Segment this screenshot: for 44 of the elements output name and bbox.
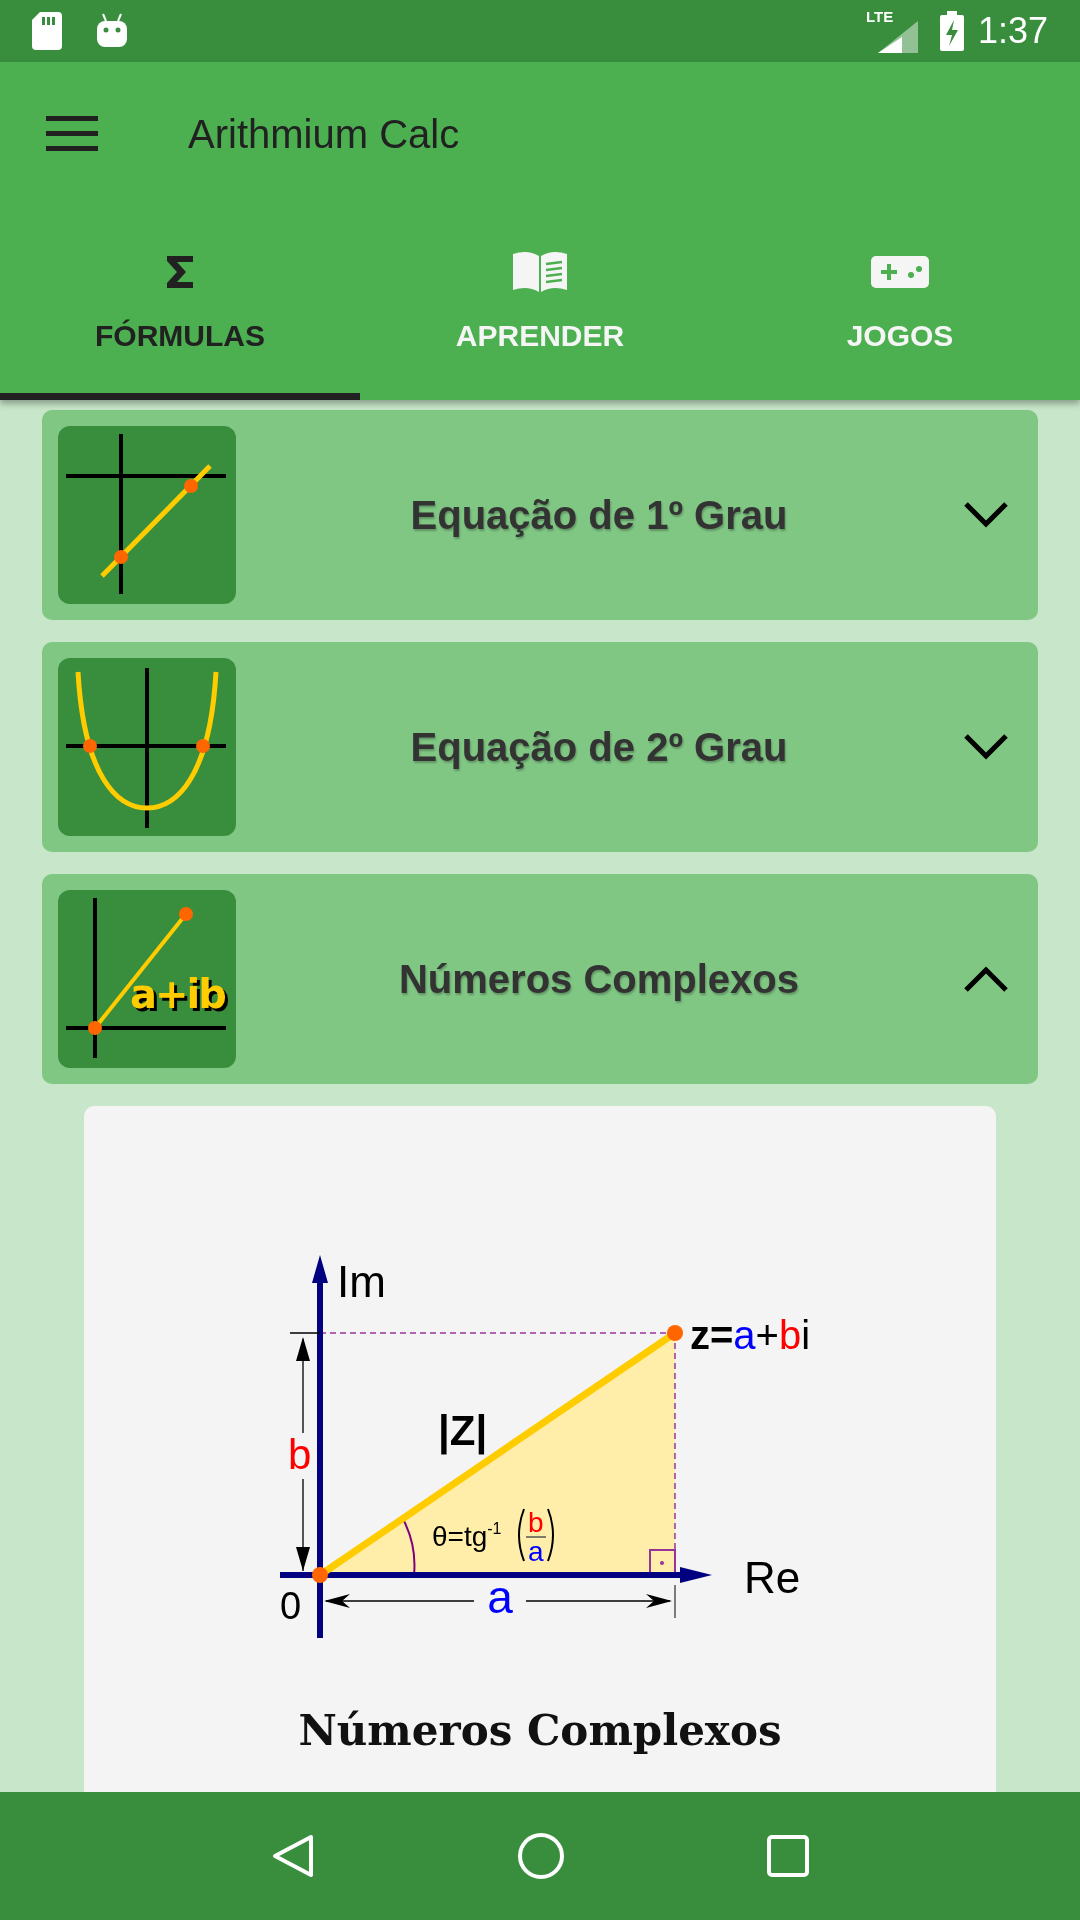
modulus-label: |Z| [438, 1407, 488, 1454]
point-label: z=a+bi [690, 1313, 811, 1357]
signal-icon [877, 21, 918, 53]
book-icon [511, 250, 569, 294]
formula-title: Equação de 1º Grau [409, 492, 789, 539]
formula-card[interactable]: Equação de 2º Grau [42, 642, 1038, 852]
tab[interactable]: FÓRMULAS [0, 205, 360, 400]
complex-vector-icon [66, 898, 226, 1058]
formula-card[interactable]: a+ib Números Complexos [42, 874, 1038, 1084]
fraction-numerator: b [528, 1507, 544, 1538]
formula-title: Equação de 2º Grau [409, 724, 789, 771]
side-label: b [288, 1431, 312, 1478]
recents-icon[interactable] [767, 1835, 809, 1877]
detail-title: Números Complexos [298, 1706, 782, 1755]
sd-card-icon [32, 12, 62, 50]
side-label: a [487, 1571, 513, 1623]
parabola-graph-icon [66, 668, 226, 828]
line-graph-icon [66, 434, 226, 594]
origin-label: 0 [280, 1585, 302, 1627]
menu-icon [46, 115, 98, 152]
back-icon[interactable] [271, 1833, 315, 1879]
z-point [667, 1325, 683, 1341]
formula-title: Números Complexos [397, 956, 801, 1003]
android-icon [96, 13, 128, 49]
axis-label: Re [744, 1553, 801, 1602]
angle-formula: θ=tg$^{-1}$ [432, 1520, 502, 1552]
opening-parenthesis [518, 1508, 525, 1562]
gamepad-icon [871, 256, 929, 288]
origin-point [312, 1567, 328, 1583]
chevron-down-icon[interactable] [962, 732, 1010, 762]
menu-button[interactable] [46, 113, 98, 154]
clock: 1:37 [977, 9, 1048, 53]
battery-charging-icon [939, 11, 964, 51]
closing-parenthesis [547, 1508, 554, 1562]
thumbnail-label: a+ib [130, 974, 225, 1014]
home-icon[interactable] [517, 1832, 565, 1880]
chevron-down-icon[interactable] [962, 500, 1010, 530]
formula-card[interactable]: Equação de 1º Grau [42, 410, 1038, 620]
chevron-up-icon[interactable] [962, 964, 1010, 994]
app-title: Arithmium Calc [188, 110, 460, 158]
fraction-denominator: a [528, 1536, 544, 1567]
axis-label: Im [337, 1257, 386, 1306]
network-label: LTE [865, 9, 894, 25]
sigma-icon [165, 254, 195, 290]
